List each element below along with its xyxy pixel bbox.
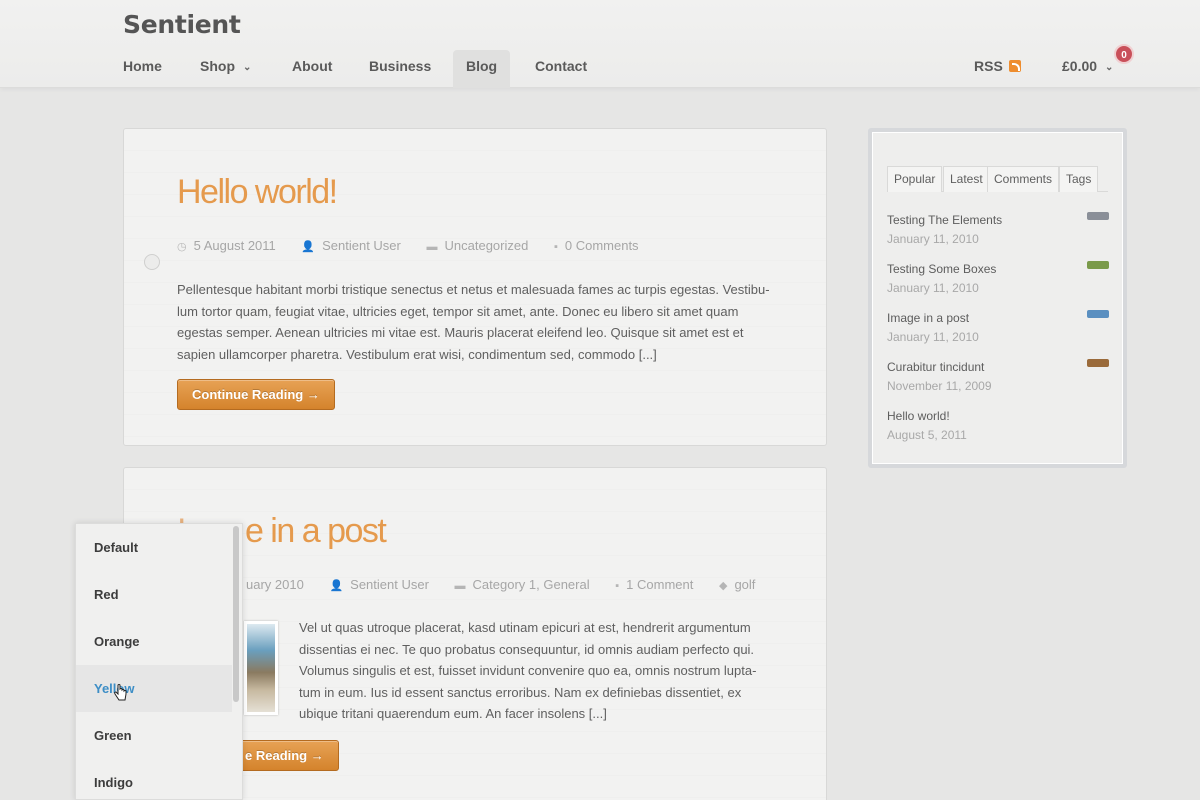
tab-tags[interactable]: Tags: [1059, 166, 1099, 192]
chevron-down-icon: ⌄: [243, 62, 252, 73]
continue-reading-button[interactable]: Continue Reading →: [177, 379, 335, 410]
user-icon: 👤: [301, 241, 316, 253]
post-date: ◷ 5 August 2011: [177, 238, 276, 253]
post-meta: ◷ 5 August 2011 👤 Sentient User ▬ Uncategor…: [177, 238, 661, 253]
folder-icon: ▬: [426, 241, 438, 253]
comment-icon: ▪: [553, 241, 558, 253]
widget-item-thumbnail[interactable]: [1087, 310, 1109, 318]
excerpt-line: dissentias ei nec. Te quo probatus conse…: [299, 641, 755, 657]
cart-total: £0.00: [1062, 58, 1098, 74]
nav-shop-label: Shop: [200, 58, 235, 74]
post-date-text: 5 August 2011: [193, 238, 276, 253]
widget-item-date: January 11, 2010: [887, 281, 979, 295]
nav-about[interactable]: About: [292, 50, 332, 88]
post-author-text: Sentient User: [350, 577, 429, 592]
tabbed-widget: Popular Latest Comments Tags Testing The…: [868, 128, 1127, 468]
chevron-down-icon: ⌄: [1105, 62, 1114, 73]
post-meta: uary 2010 👤 Sentient User ▬ Category 1, Ge…: [246, 577, 777, 592]
dropdown-scrollbar[interactable]: [233, 526, 239, 702]
excerpt-line: tum in eum. Ius id essent sanctus errori…: [299, 684, 742, 700]
widget-item-title[interactable]: Image in a post: [887, 311, 969, 325]
excerpt-line: Vel ut quas utroque placerat, kasd utina…: [299, 620, 751, 635]
folder-icon: ▬: [454, 580, 466, 592]
excerpt-line: lum tortor quam, feugiat vitae, ultricie…: [177, 303, 739, 319]
post-category[interactable]: ▬ Category 1, General: [455, 577, 590, 592]
post-thumbnail-image[interactable]: [244, 621, 278, 715]
color-option-yellow[interactable]: Yellow: [76, 665, 232, 712]
widget-item-date: January 11, 2010: [887, 330, 979, 344]
post-comments[interactable]: ▪ 1 Comment: [615, 577, 693, 592]
widget-inner: Popular Latest Comments Tags Testing The…: [872, 132, 1123, 464]
nav-business[interactable]: Business: [369, 50, 431, 88]
post-category[interactable]: ▬ Uncategorized: [427, 238, 529, 253]
widget-item-thumbnail[interactable]: [1087, 261, 1109, 269]
widget-item-date: November 11, 2009: [887, 379, 992, 393]
post-author[interactable]: 👤 Sentient User: [329, 577, 428, 592]
post-title[interactable]: Hello world!: [177, 173, 338, 212]
color-option-indigo[interactable]: Indigo: [76, 759, 232, 800]
widget-item-title[interactable]: Hello world!: [887, 409, 950, 423]
nav-home[interactable]: Home: [123, 50, 162, 88]
clock-icon: ◷: [177, 241, 187, 253]
cart-link[interactable]: £0.00 ⌄: [1062, 50, 1113, 88]
user-icon: 👤: [329, 580, 344, 592]
color-option-green[interactable]: Green: [76, 712, 232, 759]
rss-icon: [1008, 60, 1021, 72]
excerpt-line: egestas semper. Aenean ultricies mi vita…: [177, 325, 744, 340]
hand-cursor-icon: [114, 684, 127, 701]
widget-item-thumbnail[interactable]: [1087, 212, 1109, 220]
post-comments-text: 0 Comments: [564, 238, 639, 253]
widget-item-title[interactable]: Testing The Elements: [887, 213, 1002, 227]
radio-icon[interactable]: [144, 254, 160, 270]
color-option-orange[interactable]: Orange: [76, 618, 232, 665]
color-option-default[interactable]: Default: [76, 524, 232, 571]
tab-comments[interactable]: Comments: [987, 166, 1060, 192]
excerpt-line: ubique tritani quaerendum eum. An facer …: [299, 706, 607, 721]
nav-blog[interactable]: Blog: [453, 50, 511, 88]
post-author[interactable]: 👤 Sentient User: [301, 238, 400, 253]
post-date: uary 2010: [246, 577, 304, 592]
post-excerpt: Vel ut quas utroque placerat, kasd utina…: [299, 617, 799, 725]
comment-icon: ▪: [615, 580, 620, 592]
post-category-text: Category 1, General: [472, 577, 590, 592]
rss-link[interactable]: RSS: [974, 50, 1021, 88]
widget-item-title[interactable]: Testing Some Boxes: [887, 262, 996, 276]
post-title-visible: e in a post: [244, 512, 387, 550]
excerpt-line: Pellentesque habitant morbi tristique se…: [177, 282, 770, 297]
widget-tabs: Popular Latest Comments Tags: [887, 166, 1108, 192]
cart-count-badge: 0: [1114, 44, 1134, 64]
excerpt-line: Volumus singulis et est, fuisset invidun…: [299, 663, 757, 678]
excerpt-line: sapien ullamcorper pharetra. Vestibulum …: [177, 346, 657, 362]
color-scheme-dropdown[interactable]: Default Red Orange Yellow Green Indigo: [75, 523, 243, 800]
site-header: Sentient Home Shop ⌄ About Business Blog …: [0, 0, 1200, 88]
tab-popular[interactable]: Popular: [887, 166, 943, 192]
post-category-text: Uncategorized: [444, 238, 529, 253]
rss-label: RSS: [974, 58, 1003, 74]
post-card: Hello world! ◷ 5 August 2011 👤 Sentient Us…: [123, 128, 827, 446]
post-excerpt: Pellentesque habitant morbi tristique se…: [177, 279, 807, 365]
post-comments[interactable]: ▪ 0 Comments: [554, 238, 639, 253]
widget-item-date: January 11, 2010: [887, 232, 979, 246]
post-tag[interactable]: ◆ golf: [719, 577, 755, 592]
nav-shop[interactable]: Shop ⌄: [200, 50, 251, 88]
widget-item-title[interactable]: Curabitur tincidunt: [887, 360, 984, 374]
tab-latest[interactable]: Latest: [943, 166, 990, 192]
post-author-text: Sentient User: [322, 238, 401, 253]
nav-contact[interactable]: Contact: [535, 50, 587, 88]
widget-item-thumbnail[interactable]: [1087, 359, 1109, 367]
widget-item-date: August 5, 2011: [887, 428, 967, 442]
post-tag-text: golf: [734, 577, 756, 592]
site-title[interactable]: Sentient: [123, 10, 241, 39]
tag-icon: ◆: [718, 580, 728, 592]
post-comments-text: 1 Comment: [626, 577, 694, 592]
color-option-red[interactable]: Red: [76, 571, 232, 618]
